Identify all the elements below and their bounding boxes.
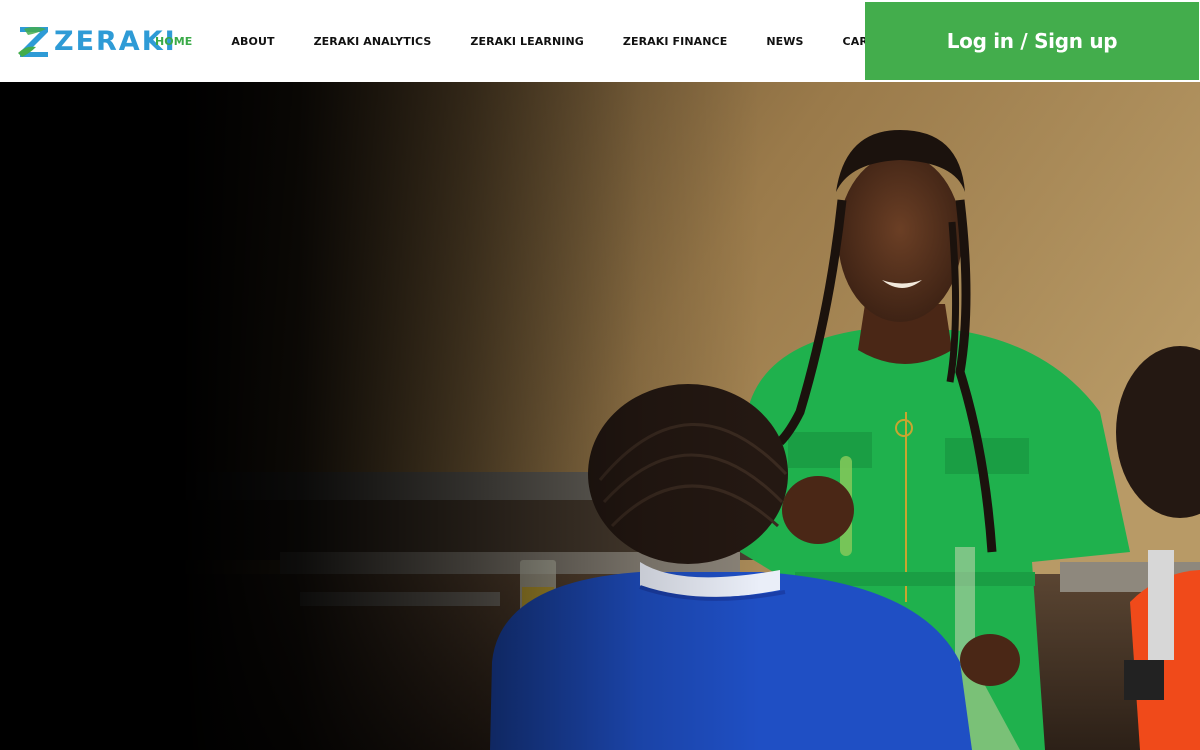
hero-banner xyxy=(0,82,1200,750)
nav-home[interactable]: HOME xyxy=(155,35,192,48)
nav-zeraki-finance[interactable]: ZERAKI FINANCE xyxy=(623,35,727,48)
nav-zeraki-learning[interactable]: ZERAKI LEARNING xyxy=(470,35,583,48)
login-signup-button[interactable]: Log in / Sign up xyxy=(865,2,1199,80)
main-nav: HOME ABOUT ZERAKI ANALYTICS ZERAKI LEARN… xyxy=(155,0,986,82)
hero-dark-overlay xyxy=(0,82,1200,750)
zeraki-logo[interactable]: ZERAKI xyxy=(16,22,177,60)
site-header: ZERAKI HOME ABOUT ZERAKI ANALYTICS ZERAK… xyxy=(0,0,1200,82)
nav-news[interactable]: NEWS xyxy=(766,35,803,48)
nav-zeraki-analytics[interactable]: ZERAKI ANALYTICS xyxy=(314,35,432,48)
zeraki-logo-icon xyxy=(18,27,48,57)
nav-about[interactable]: ABOUT xyxy=(231,35,274,48)
